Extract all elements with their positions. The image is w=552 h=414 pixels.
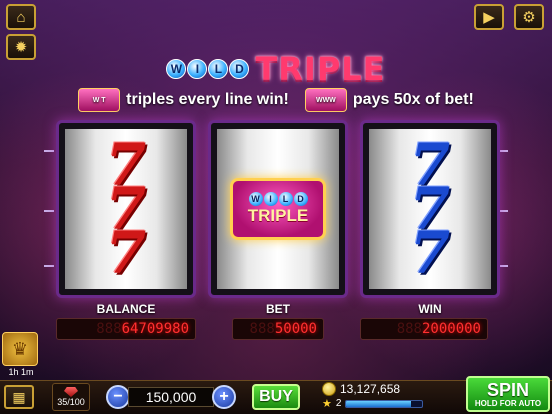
viking-bonus-icon: ♛	[2, 332, 38, 366]
xp-progress-bar	[345, 399, 424, 408]
star-icon: ★	[322, 398, 332, 410]
bet-control: − 150,000 +	[106, 385, 236, 409]
bet-label: BET	[266, 302, 290, 316]
red-seven-symbol: 777	[105, 131, 147, 287]
win-meter: 888 2000000	[360, 318, 488, 340]
info-left-text: triples every line win!	[126, 91, 289, 108]
xp-progress-fill	[346, 400, 412, 407]
player-stats: 13,127,658 ★ 2	[322, 382, 440, 412]
star-level: 2	[335, 398, 342, 409]
title-triple: TRIPLE	[255, 50, 386, 88]
reel-2: WILD TRIPLE	[208, 120, 348, 298]
blue-seven-symbol: 777	[409, 131, 451, 287]
level-indicator[interactable]: 35/100	[52, 383, 90, 411]
home-button[interactable]: ⌂	[6, 4, 36, 30]
bet-meter: 888 50000	[232, 318, 324, 340]
win-label: WIN	[418, 302, 442, 316]
game-title: WILD TRIPLE	[0, 50, 552, 88]
triple-wild-mini-icon: WWW	[304, 88, 347, 112]
bet-decrease-button[interactable]: −	[106, 385, 130, 409]
grid-icon: ▦	[12, 388, 26, 405]
bonus-time-text: 1h 1m	[8, 367, 34, 377]
bet-increase-button[interactable]: +	[212, 385, 236, 409]
payline-marker	[44, 150, 54, 152]
payline-marker	[44, 210, 54, 212]
wild-triple-mini-icon: W T	[78, 88, 121, 112]
settings-button[interactable]: ⚙	[514, 4, 544, 30]
spin-label: SPIN	[486, 379, 529, 400]
level-text: 35/100	[57, 397, 85, 407]
paytable-info: W T triples every line win! WWW pays 50x…	[0, 88, 552, 112]
info-right-text: pays 50x of bet!	[352, 91, 474, 108]
balance-meter: 888 64709980	[56, 318, 196, 340]
reel-1: 777	[56, 120, 196, 298]
gem-icon	[64, 387, 78, 397]
video-button[interactable]: ▶	[474, 4, 504, 30]
payline-marker	[44, 265, 54, 267]
wild-logo: WILD	[166, 59, 250, 79]
video-icon: ▶	[483, 9, 495, 26]
coin-icon	[322, 382, 336, 396]
buy-button[interactable]: BUY	[252, 384, 300, 410]
bonus-timer[interactable]: ♛ 1h 1m	[2, 332, 40, 380]
reel-3: 777	[360, 120, 500, 298]
spin-button[interactable]: SPIN HOLD FOR AUTO	[466, 376, 550, 412]
gear-icon: ⚙	[522, 9, 536, 26]
menu-grid-button[interactable]: ▦	[4, 385, 34, 409]
bet-amount: 150,000	[128, 387, 214, 407]
balance-label: BALANCE	[96, 302, 156, 316]
home-icon: ⌂	[16, 8, 26, 26]
spin-sub-label: HOLD FOR AUTO	[474, 398, 542, 408]
wild-triple-symbol: WILD TRIPLE	[230, 178, 326, 240]
coin-balance: 13,127,658	[340, 382, 401, 396]
